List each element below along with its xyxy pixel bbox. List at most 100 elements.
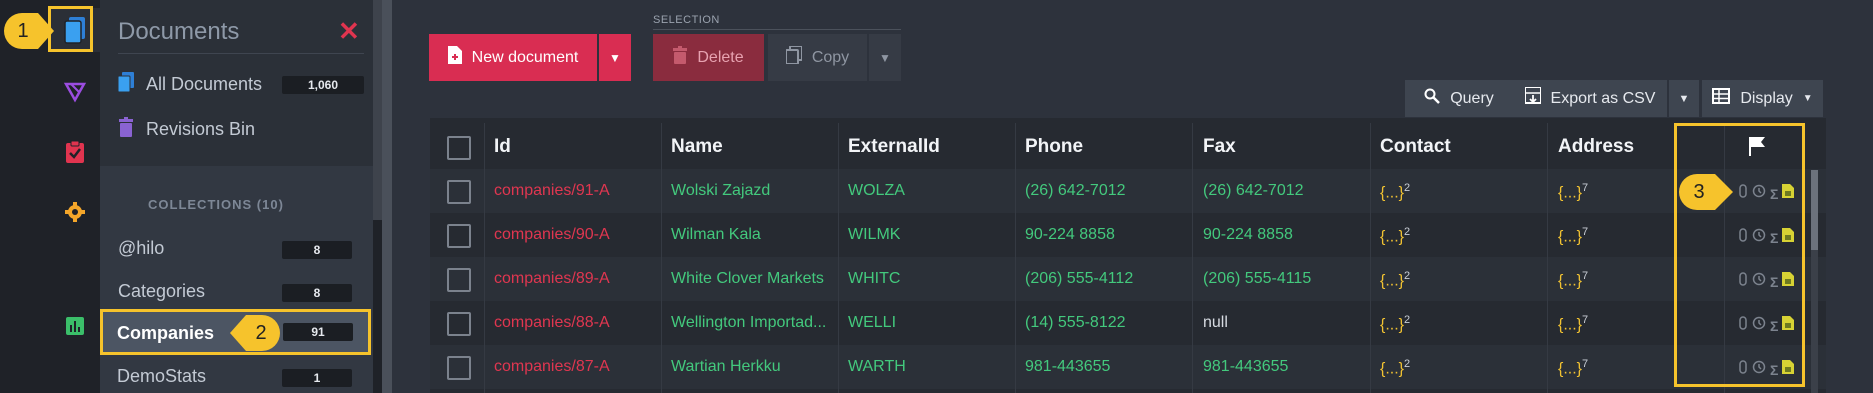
cell-contact-value: {...} (1380, 316, 1405, 334)
table-row[interactable] (430, 213, 1826, 257)
stats-icon (65, 316, 85, 336)
cell-contact-value: {...} (1380, 272, 1405, 290)
cell-contact[interactable]: {...}2 (1380, 314, 1410, 334)
trash-icon (118, 117, 134, 142)
column-header-fax[interactable]: Fax (1203, 136, 1236, 158)
trash-icon (673, 46, 688, 69)
column-header-externalid[interactable]: ExternalId (848, 136, 940, 158)
chevron-down-icon: ▼ (1802, 93, 1813, 104)
row-checkbox[interactable] (447, 224, 471, 248)
display-label: Display (1740, 89, 1793, 107)
new-document-dropdown[interactable]: ▼ (599, 34, 631, 81)
cell-name: Wartian Herkku (671, 358, 781, 375)
cell-phone: (14) 555-8122 (1025, 314, 1126, 331)
chevron-down-icon: ▼ (609, 50, 621, 65)
cell-address-count: 7 (1582, 226, 1589, 238)
cell-id[interactable]: companies/90-A (494, 226, 610, 244)
nav-all-documents[interactable]: All Documents (117, 72, 262, 97)
panel-scrollbar-thumb[interactable] (373, 0, 382, 220)
column-header-address[interactable]: Address (1558, 136, 1634, 158)
table-icon (1712, 88, 1731, 109)
annotation-badge-2: 2 (228, 313, 280, 351)
cell-fax: (26) 642-7012 (1203, 182, 1304, 199)
column-separator (1370, 123, 1371, 393)
cell-id[interactable]: companies/89-A (494, 270, 610, 288)
cell-contact[interactable]: {...}2 (1380, 226, 1410, 246)
cell-externalid: WHITC (848, 270, 901, 287)
collection-hilo[interactable]: @hilo (118, 238, 164, 259)
query-button[interactable]: Query (1405, 80, 1513, 117)
collection-hilo-count: 8 (282, 241, 352, 259)
cell-contact-count: 2 (1404, 314, 1411, 326)
selection-label: SELECTION (653, 14, 720, 26)
nav-revisions-bin-label: Revisions Bin (146, 119, 256, 139)
copy-dropdown[interactable]: ▼ (869, 34, 901, 81)
column-separator (838, 123, 839, 393)
cell-contact[interactable]: {...}2 (1380, 182, 1410, 202)
cell-id[interactable]: companies/91-A (494, 182, 610, 200)
cell-name: Wellington Importad... (671, 314, 827, 331)
table-scrollbar-thumb[interactable] (1811, 170, 1818, 250)
cell-name: Wolski Zajazd (671, 182, 771, 199)
row-checkbox[interactable] (447, 356, 471, 380)
cell-contact[interactable]: {...}2 (1380, 270, 1410, 290)
cell-address-count: 7 (1582, 182, 1589, 194)
cell-contact[interactable]: {...}2 (1380, 358, 1410, 378)
cell-id[interactable]: companies/87-A (494, 358, 610, 376)
cell-name: White Clover Markets (671, 270, 824, 287)
search-icon (1424, 88, 1441, 109)
rail-tasks-button[interactable] (50, 130, 100, 174)
cell-address[interactable]: {...}7 (1558, 182, 1588, 202)
row-checkbox[interactable] (447, 180, 471, 204)
close-icon[interactable]: ✕ (338, 16, 360, 47)
cell-name: Wilman Kala (671, 226, 761, 243)
cell-externalid: WARTH (848, 358, 906, 375)
new-document-button[interactable]: New document (429, 34, 597, 81)
cell-fax: 90-224 8858 (1203, 226, 1293, 243)
cell-contact-count: 2 (1404, 182, 1411, 194)
row-checkbox[interactable] (447, 312, 471, 336)
annotation-2-label: 2 (255, 322, 267, 344)
cell-address[interactable]: {...}7 (1558, 270, 1588, 290)
chevron-down-icon: ▼ (1678, 92, 1690, 105)
collection-demostats[interactable]: DemoStats (117, 366, 206, 387)
chevron-down-icon: ▼ (879, 50, 891, 65)
table-row[interactable] (430, 169, 1826, 213)
column-header-contact[interactable]: Contact (1380, 136, 1451, 158)
column-header-phone[interactable]: Phone (1025, 136, 1083, 158)
export-csv-button[interactable]: Export as CSV (1513, 80, 1667, 117)
rail-indexes-button[interactable] (50, 70, 100, 114)
collections-header: COLLECTIONS (10) (148, 197, 284, 212)
annotation-1-label: 1 (17, 20, 29, 42)
cell-address[interactable]: {...}7 (1558, 226, 1588, 246)
rail-stats-button[interactable] (50, 304, 100, 348)
column-header-id[interactable]: Id (494, 136, 511, 158)
query-label: Query (1450, 89, 1494, 107)
all-documents-count: 1,060 (282, 76, 364, 94)
display-button[interactable]: Display ▼ (1702, 80, 1823, 117)
table-row[interactable] (430, 301, 1826, 345)
cell-id[interactable]: companies/88-A (494, 314, 610, 332)
indexes-icon (63, 80, 87, 104)
collection-categories-count: 8 (282, 284, 352, 302)
rail-settings-button[interactable] (50, 190, 100, 234)
copy-label: Copy (811, 48, 850, 66)
delete-button[interactable]: Delete (653, 34, 764, 81)
select-all-checkbox[interactable] (447, 136, 471, 160)
tasks-icon (64, 140, 86, 164)
nav-revisions-bin[interactable]: Revisions Bin (118, 117, 255, 142)
cell-address[interactable]: {...}7 (1558, 358, 1588, 378)
cell-externalid: WELLI (848, 314, 897, 331)
copy-button[interactable]: Copy (768, 34, 867, 81)
cell-address[interactable]: {...}7 (1558, 314, 1588, 334)
cell-contact-value: {...} (1380, 228, 1405, 246)
row-checkbox[interactable] (447, 268, 471, 292)
export-dropdown[interactable]: ▼ (1669, 80, 1699, 117)
column-header-name[interactable]: Name (671, 136, 723, 158)
collection-demostats-count: 1 (282, 369, 352, 387)
column-separator (1547, 123, 1548, 393)
icon-rail (0, 0, 100, 393)
app-root: Documents ✕ All Documents 1,060 Revision… (0, 0, 1873, 393)
table-row[interactable] (430, 345, 1826, 389)
collection-categories[interactable]: Categories (118, 281, 205, 302)
